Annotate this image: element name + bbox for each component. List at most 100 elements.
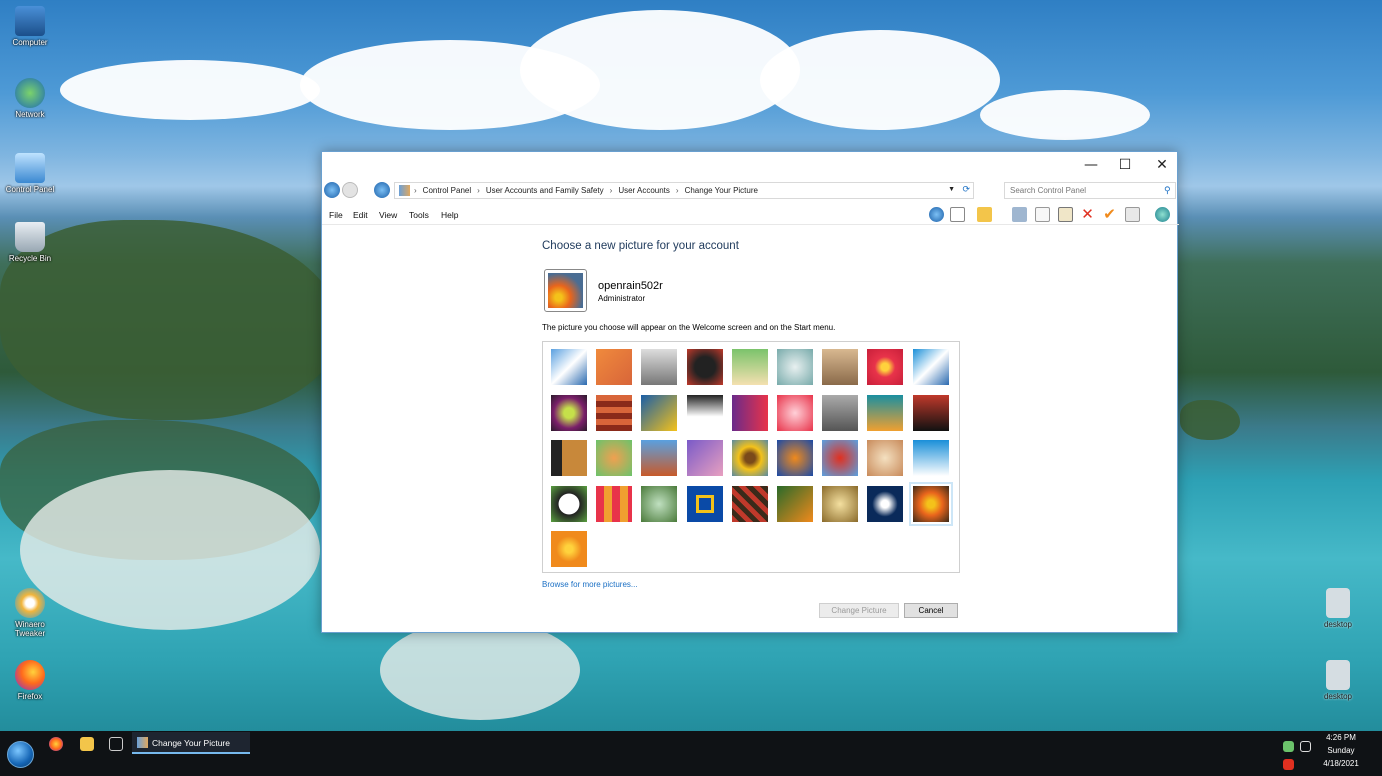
- breadcrumb-user-accounts[interactable]: User Accounts: [618, 186, 670, 195]
- menu-edit[interactable]: Edit: [353, 210, 368, 220]
- picture-option[interactable]: [908, 481, 953, 526]
- picture-option[interactable]: [551, 394, 587, 431]
- menu-file[interactable]: File: [329, 210, 343, 220]
- up-arrow-icon[interactable]: [929, 207, 944, 222]
- picture-option[interactable]: [777, 440, 813, 476]
- picture-option[interactable]: [551, 440, 587, 476]
- picture-option[interactable]: [686, 440, 723, 476]
- firefox-icon[interactable]: [49, 737, 63, 751]
- taskbar-item-change-your-picture[interactable]: Change Your Picture: [132, 732, 250, 754]
- up-button[interactable]: [374, 182, 390, 198]
- clock-date[interactable]: 4/18/2021: [1318, 759, 1364, 768]
- picture-option[interactable]: [731, 485, 768, 522]
- clock-time[interactable]: 4:26 PM: [1318, 733, 1364, 742]
- picture-option[interactable]: [731, 394, 768, 431]
- desktop-icon-label: desktop: [1323, 692, 1353, 701]
- cancel-button[interactable]: Cancel: [904, 603, 958, 618]
- breadcrumb-change-your-picture[interactable]: Change Your Picture: [685, 186, 758, 195]
- paste-icon[interactable]: [1058, 207, 1073, 222]
- breadcrumb-user-accounts-family-safety[interactable]: User Accounts and Family Safety: [486, 186, 604, 195]
- checkmark-icon[interactable]: ✔: [1102, 207, 1117, 222]
- explorer-icon[interactable]: [80, 737, 94, 751]
- panel-icon[interactable]: [950, 207, 965, 222]
- clock-day[interactable]: Sunday: [1318, 746, 1364, 755]
- file-icon: [1326, 660, 1350, 690]
- address-bar[interactable]: › Control Panel › User Accounts and Fami…: [394, 182, 974, 199]
- picture-option[interactable]: [867, 394, 904, 431]
- picture-option[interactable]: [596, 440, 633, 476]
- picture-option[interactable]: [551, 349, 587, 385]
- picture-option[interactable]: [777, 394, 813, 431]
- picture-option[interactable]: [551, 485, 587, 522]
- action-center-icon[interactable]: [1300, 741, 1311, 752]
- picture-option[interactable]: [686, 485, 723, 522]
- firefox-icon: [15, 660, 45, 690]
- search-icon[interactable]: ⚲: [1164, 185, 1171, 196]
- picture-option[interactable]: [822, 485, 859, 522]
- picture-option[interactable]: [596, 349, 633, 385]
- picture-option[interactable]: [731, 349, 768, 385]
- delete-icon[interactable]: ✕: [1080, 207, 1095, 222]
- picture-option[interactable]: [686, 394, 723, 431]
- desktop-icon-winaero-tweaker[interactable]: Winaero Tweaker: [0, 588, 60, 638]
- title-bar[interactable]: — ☐ ✕: [322, 152, 1177, 179]
- picture-option[interactable]: [777, 485, 813, 522]
- picture-option[interactable]: [912, 394, 949, 431]
- back-button[interactable]: [324, 182, 340, 198]
- picture-option[interactable]: [731, 440, 768, 476]
- menu-bar: File Edit View Tools Help ✕ ✔: [322, 205, 1179, 225]
- picture-option[interactable]: [686, 349, 723, 385]
- forward-button[interactable]: [342, 182, 358, 198]
- picture-option[interactable]: [822, 440, 859, 476]
- picture-option[interactable]: [596, 485, 633, 522]
- refresh-icon[interactable]: ⟳: [962, 184, 970, 195]
- picture-option[interactable]: [867, 485, 904, 522]
- start-button[interactable]: [7, 741, 34, 768]
- cut-icon[interactable]: [1012, 207, 1027, 222]
- change-picture-button[interactable]: Change Picture: [819, 603, 899, 618]
- picture-option[interactable]: [867, 349, 904, 385]
- copy-icon[interactable]: [1035, 207, 1050, 222]
- content-area: Choose a new picture for your account op…: [542, 240, 960, 618]
- network-tray-icon[interactable]: [1283, 741, 1294, 752]
- picture-option[interactable]: [641, 485, 678, 522]
- properties-icon[interactable]: [1125, 207, 1140, 222]
- desktop-icon-control-panel[interactable]: Control Panel: [0, 153, 60, 194]
- picture-option[interactable]: [777, 349, 813, 385]
- close-button[interactable]: ✕: [1147, 155, 1177, 175]
- user-name: openrain502r: [598, 280, 663, 292]
- desktop-icon-computer[interactable]: Computer: [0, 6, 60, 47]
- volume-muted-icon[interactable]: [1283, 759, 1294, 770]
- search-input[interactable]: Search Control Panel: [1004, 182, 1176, 199]
- picture-option[interactable]: [641, 349, 678, 385]
- desktop-icon-network[interactable]: Network: [0, 78, 60, 119]
- breadcrumb-control-panel[interactable]: Control Panel: [423, 186, 471, 195]
- picture-option[interactable]: [822, 394, 859, 431]
- browse-pictures-link[interactable]: Browse for more pictures...: [542, 580, 638, 589]
- dropdown-arrow-icon[interactable]: ▼: [948, 186, 955, 193]
- picture-option[interactable]: [551, 531, 587, 567]
- minimize-button[interactable]: —: [1076, 155, 1106, 175]
- show-desktop-icon[interactable]: [109, 737, 123, 751]
- maximize-button[interactable]: ☐: [1110, 155, 1140, 175]
- user-role: Administrator: [598, 294, 646, 303]
- picture-option[interactable]: [822, 349, 859, 385]
- desktop-icon-recycle-bin[interactable]: Recycle Bin: [0, 222, 60, 263]
- globe-icon[interactable]: [1155, 207, 1170, 222]
- desktop-icon-firefox[interactable]: Firefox: [0, 660, 60, 701]
- picture-option[interactable]: [641, 394, 678, 431]
- desktop-icon-file[interactable]: desktop: [1308, 588, 1368, 629]
- picture-option[interactable]: [641, 440, 678, 476]
- picture-option[interactable]: [867, 440, 904, 476]
- network-icon: [15, 78, 45, 108]
- menu-help[interactable]: Help: [441, 210, 458, 220]
- desktop-icon-file[interactable]: desktop: [1308, 660, 1368, 701]
- picture-option[interactable]: [596, 394, 633, 431]
- folder-icon[interactable]: [977, 207, 992, 222]
- menu-tools[interactable]: Tools: [409, 210, 429, 220]
- picture-option[interactable]: [912, 440, 949, 476]
- current-avatar: [544, 269, 587, 312]
- picture-hint: The picture you choose will appear on th…: [542, 323, 836, 332]
- menu-view[interactable]: View: [379, 210, 397, 220]
- picture-option[interactable]: [912, 349, 949, 385]
